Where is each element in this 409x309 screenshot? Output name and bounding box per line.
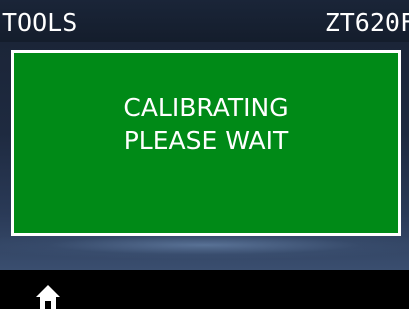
menu-title: TOOLS xyxy=(2,8,78,37)
home-icon xyxy=(36,285,60,309)
status-message-box: CALIBRATING PLEASE WAIT xyxy=(11,50,401,236)
printer-display: TOOLS ZT620F CALIBRATING PLEASE WAIT xyxy=(0,0,409,309)
home-button[interactable] xyxy=(32,283,64,309)
header-bar: TOOLS ZT620F xyxy=(0,0,409,42)
printer-model: ZT620F xyxy=(324,8,409,37)
status-message-line-1: CALIBRATING xyxy=(123,93,289,122)
status-message-line-2: PLEASE WAIT xyxy=(123,126,289,155)
